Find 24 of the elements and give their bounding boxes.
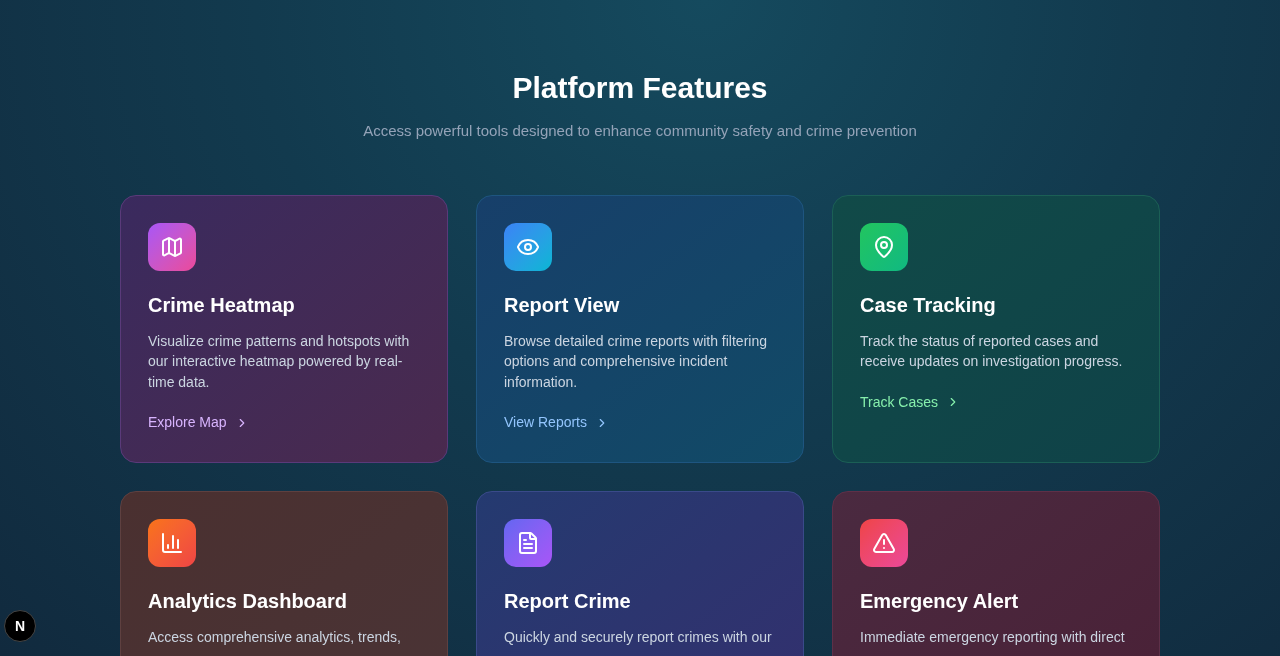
card-link[interactable]: Explore Map xyxy=(148,412,249,433)
section-title: Platform Features xyxy=(512,70,768,106)
card-title: Report Crime xyxy=(504,588,632,614)
card-title: Report View xyxy=(504,292,621,318)
card-title: Analytics Dashboard xyxy=(148,588,348,614)
card-description: Immediate emergency reporting with direct xyxy=(860,627,1126,647)
card-description: Quickly and securely report crimes with our xyxy=(504,627,773,647)
bar-chart-icon xyxy=(148,518,196,567)
card-description: Visualize crime patterns and hotspots with our interactive heatmap powered by real-time data. xyxy=(148,331,411,392)
card-description: Track the status of reported cases and receive updates on investigation progress. xyxy=(860,331,1124,371)
card-link[interactable]: View Reports xyxy=(504,412,609,433)
eye-icon xyxy=(504,222,552,271)
card-title: Crime Heatmap xyxy=(148,292,296,318)
dev-badge[interactable]: N xyxy=(4,610,36,642)
document-icon xyxy=(504,518,552,567)
card-description: Access comprehensive analytics, trends, xyxy=(148,627,402,647)
warning-icon xyxy=(860,518,908,567)
map-icon xyxy=(148,222,196,271)
card-title: Emergency Alert xyxy=(860,588,1020,614)
card-link[interactable]: Track Cases xyxy=(860,391,961,413)
card-description: Browse detailed crime reports with filtering options and comprehensive incident information. xyxy=(504,331,768,392)
pin-icon xyxy=(860,222,908,271)
section-subtitle: Access powerful tools designed to enhance community safety and crime prevention xyxy=(363,121,917,141)
card-title: Case Tracking xyxy=(860,292,997,318)
